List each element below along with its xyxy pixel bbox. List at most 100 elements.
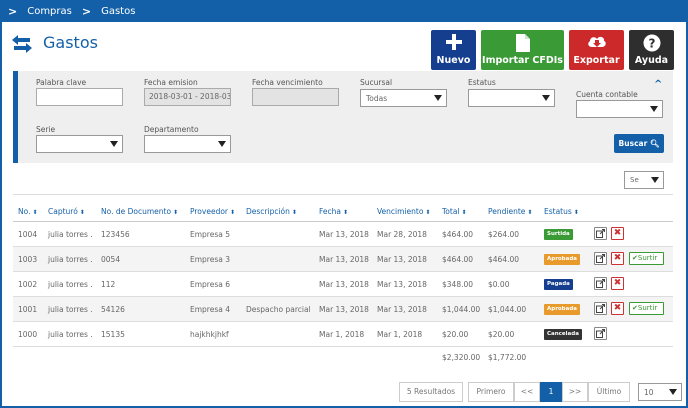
per-page-value: 10	[644, 388, 654, 397]
fecha-vencimiento-input[interactable]	[252, 88, 339, 106]
per-page-select[interactable]: 10	[638, 383, 682, 401]
cell-total: $20.00	[442, 330, 469, 339]
last-page-button[interactable]: Último	[588, 382, 630, 402]
ayuda-button[interactable]: ? Ayuda	[629, 30, 674, 70]
sort-icon: ⬍	[230, 209, 236, 216]
sort-icon: ⬍	[173, 209, 179, 216]
cell-vencimiento: Mar 13, 2018	[377, 280, 427, 289]
edit-icon[interactable]	[594, 252, 607, 265]
header-estatus[interactable]: Estatus ⬍	[544, 207, 579, 216]
header-vencimiento[interactable]: Vencimiento ⬍	[377, 207, 430, 216]
departamento-select[interactable]	[144, 135, 231, 153]
importar-cfdis-button[interactable]: Importar CFDIs	[481, 30, 564, 70]
page-1-button[interactable]: 1	[540, 382, 562, 402]
edit-icon[interactable]	[594, 227, 607, 240]
palabra-clave-input[interactable]	[36, 88, 123, 106]
buscar-button[interactable]: Buscar 🔍︎	[614, 134, 664, 153]
prev-page-button[interactable]: <<	[514, 382, 540, 402]
header-documento[interactable]: No. de Documento ⬍	[101, 207, 178, 216]
cell-capturo: julia torres .	[48, 330, 93, 339]
divider	[13, 194, 673, 195]
cell-fecha: Mar 13, 2018	[319, 280, 369, 289]
sucursal-select[interactable]: Todas	[360, 89, 447, 107]
table-row: 1003 julia torres . 0054 Empresa 3 Mar 1…	[13, 247, 673, 272]
fecha-vencimiento-label: Fecha vencimiento	[252, 78, 323, 87]
exportar-button[interactable]: Exportar	[569, 30, 624, 70]
cell-fecha: Mar 13, 2018	[319, 305, 369, 314]
breadcrumb-gastos[interactable]: Gastos	[101, 6, 135, 17]
caret-down-icon	[669, 389, 677, 395]
departamento-label: Departamento	[144, 125, 199, 134]
cell-fecha: Mar 1, 2018	[319, 330, 365, 339]
edit-icon[interactable]	[594, 302, 607, 315]
total-sum: $2,320.00	[442, 353, 481, 362]
header-pendiente[interactable]: Pendiente ⬍	[488, 207, 532, 216]
cell-total: $1,044.00	[442, 305, 481, 314]
cell-pendiente: $1,044.00	[488, 305, 527, 314]
sort-icon: ⬍	[32, 209, 38, 216]
svg-text:?: ?	[648, 37, 655, 51]
cell-total: $464.00	[442, 255, 474, 264]
cell-capturo: julia torres .	[48, 305, 93, 314]
surtir-button[interactable]: ✔Surtir	[629, 302, 664, 315]
ayuda-label: Ayuda	[634, 55, 669, 66]
sort-icon: ⬍	[291, 209, 297, 216]
cell-proveedor: Empresa 5	[190, 230, 230, 239]
table-header: No. ⬍ Capturó ⬍ No. de Documento ⬍ Proveedo…	[13, 200, 673, 222]
header-no[interactable]: No. ⬍	[18, 207, 37, 216]
importar-cfdis-label: Importar CFDIs	[482, 55, 563, 66]
edit-icon[interactable]	[594, 277, 607, 290]
sort-icon: ⬍	[461, 209, 467, 216]
header-capturo[interactable]: Capturó ⬍	[48, 207, 85, 216]
first-page-button[interactable]: Primero	[468, 382, 514, 402]
pendiente-sum: $1,772.00	[488, 353, 527, 362]
sort-icon: ⬍	[573, 209, 579, 216]
cell-fecha: Mar 13, 2018	[319, 230, 369, 239]
breadcrumb: > Compras > Gastos	[0, 0, 688, 22]
delete-icon[interactable]: ✖	[611, 252, 624, 265]
cuenta-contable-label: Cuenta contable	[576, 90, 638, 99]
cell-fecha: Mar 13, 2018	[319, 255, 369, 264]
cell-vencimiento: Mar 13, 2018	[377, 255, 427, 264]
header-fecha[interactable]: Fecha ⬍	[319, 207, 348, 216]
caret-down-icon	[218, 141, 226, 147]
serie-select[interactable]	[36, 135, 123, 153]
header-total[interactable]: Total ⬍	[442, 207, 467, 216]
nuevo-button[interactable]: Nuevo	[431, 30, 476, 70]
delete-icon[interactable]: ✖	[611, 227, 624, 240]
sucursal-label: Sucursal	[360, 78, 393, 87]
table-row: 1002 julia torres . 112 Empresa 6 Mar 13…	[13, 272, 673, 297]
cell-total: $464.00	[442, 230, 474, 239]
column-select[interactable]: Se	[624, 171, 664, 189]
delete-icon[interactable]: ✖	[611, 277, 624, 290]
estatus-select[interactable]	[468, 89, 555, 107]
cell-vencimiento: Mar 1, 2018	[377, 330, 423, 339]
caret-down-icon	[434, 95, 442, 101]
surtir-button[interactable]: ✔Surtir	[629, 252, 664, 265]
cell-pendiente: $20.00	[488, 330, 515, 339]
fecha-emision-input[interactable]: 2018-03-01 - 2018-03-	[144, 88, 231, 106]
serie-label: Serie	[36, 125, 56, 134]
sort-icon: ⬍	[527, 209, 533, 216]
cell-documento: 15135	[101, 330, 125, 339]
header-descripcion[interactable]: Descripción ⬍	[246, 207, 297, 216]
chevron-up-icon[interactable]: ^	[654, 79, 662, 90]
edit-icon[interactable]	[594, 327, 607, 340]
sort-icon: ⬍	[343, 209, 349, 216]
fecha-emision-label: Fecha emision	[144, 78, 198, 87]
chevron-right-icon: >	[81, 4, 92, 18]
next-page-button[interactable]: >>	[562, 382, 588, 402]
sort-icon: ⬍	[425, 209, 431, 216]
cell-total: $348.00	[442, 280, 474, 289]
cell-documento: 0054	[101, 255, 121, 264]
cell-no: 1002	[18, 280, 38, 289]
estatus-label: Estatus	[468, 78, 496, 87]
header-proveedor[interactable]: Proveedor ⬍	[190, 207, 235, 216]
document-icon	[515, 34, 530, 52]
breadcrumb-compras[interactable]: Compras	[27, 6, 72, 17]
cell-capturo: julia torres .	[48, 230, 93, 239]
totals-row: $2,320.00 $1,772.00	[13, 348, 673, 366]
cuenta-contable-select[interactable]	[576, 100, 663, 118]
delete-icon[interactable]: ✖	[611, 302, 624, 315]
cell-vencimiento: Mar 13, 2018	[377, 305, 427, 314]
